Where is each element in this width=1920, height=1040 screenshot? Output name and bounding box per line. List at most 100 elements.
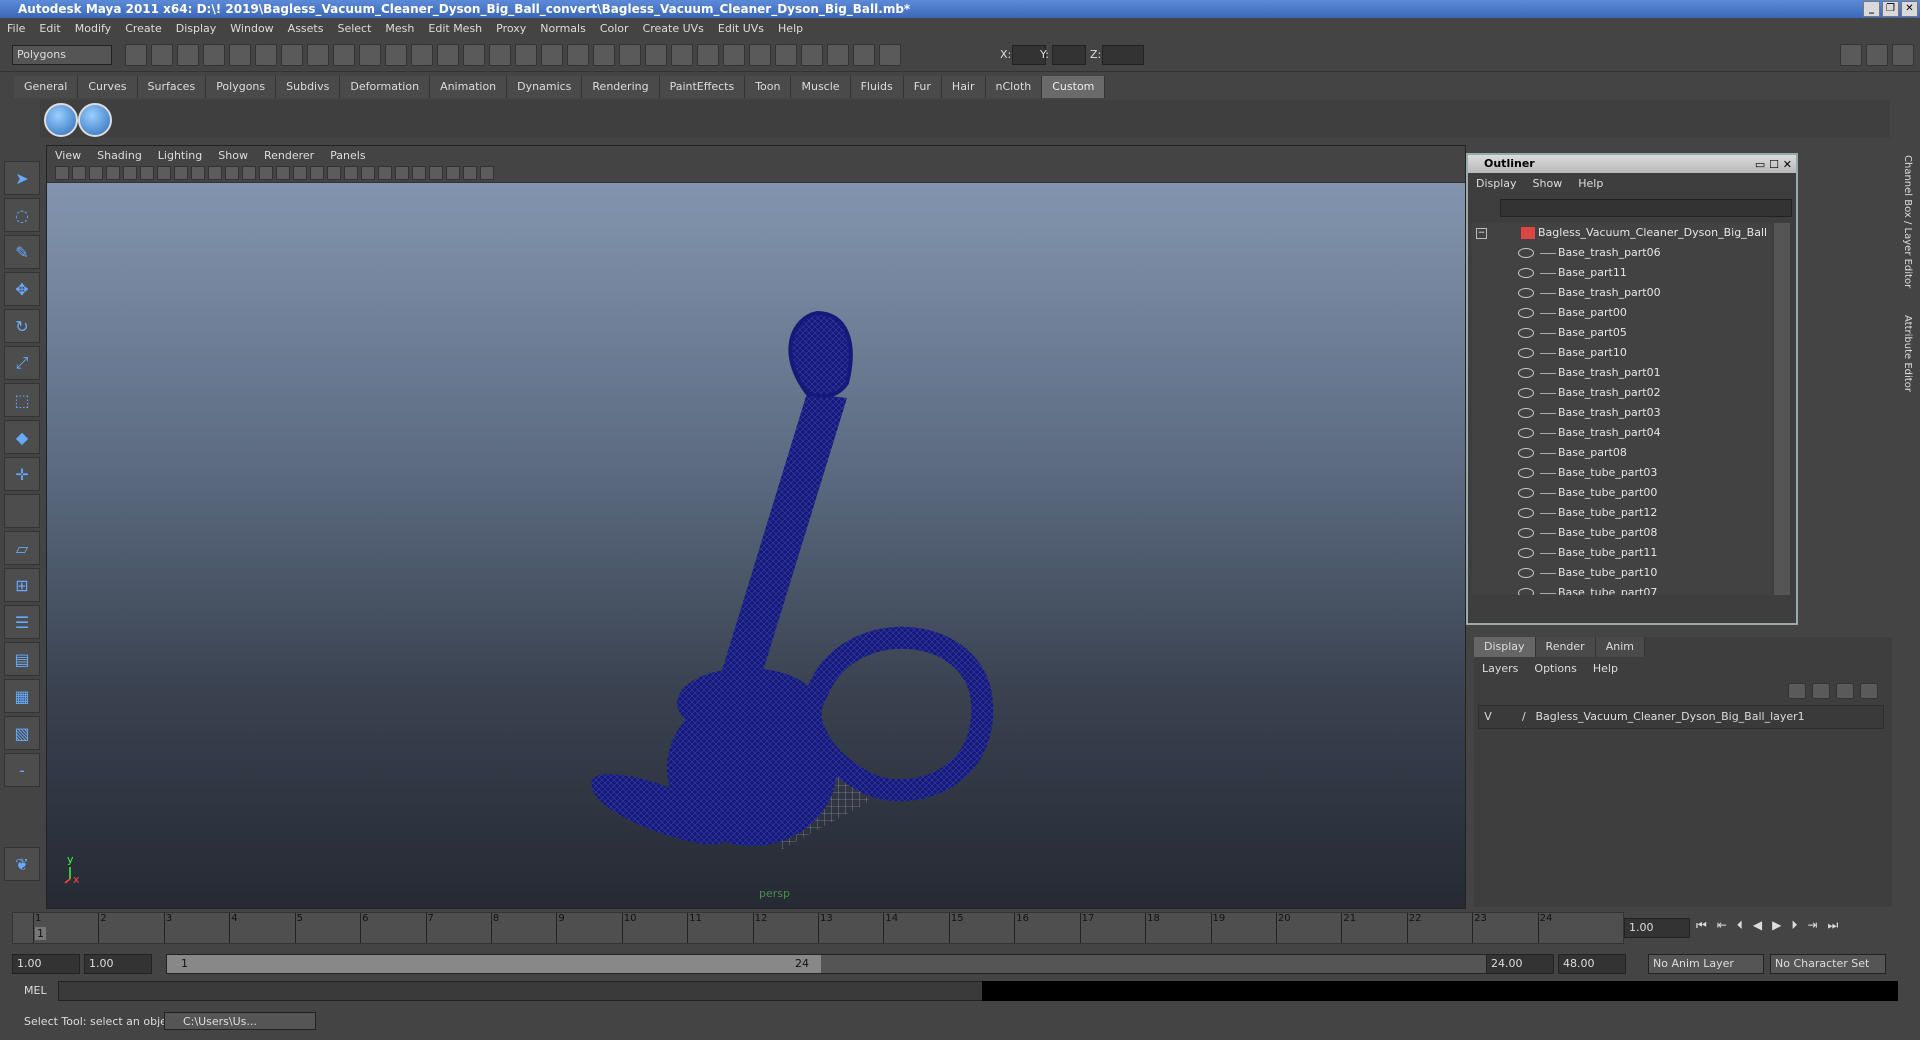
menu-mesh[interactable]: Mesh [378, 22, 421, 35]
menu-color[interactable]: Color [593, 22, 636, 35]
show-manipulator-icon[interactable]: ✛ [4, 457, 40, 491]
viewport-tool-icon[interactable] [344, 166, 358, 180]
layer-tab-anim[interactable]: Anim [1595, 637, 1645, 657]
menu-proxy[interactable]: Proxy [489, 22, 533, 35]
outliner-item[interactable]: Base_trash_part02 [1472, 383, 1772, 403]
four-view-layout-icon[interactable]: ⊞ [4, 568, 40, 602]
select-tool-icon[interactable]: ➤ [4, 161, 40, 195]
viewport-menu-renderer[interactable]: Renderer [256, 149, 322, 162]
shelf-tab-animation[interactable]: Animation [430, 76, 508, 98]
menu-normals[interactable]: Normals [533, 22, 593, 35]
single-perspective-layout-icon[interactable]: ▱ [4, 531, 40, 565]
layer-tab-display[interactable]: Display [1474, 637, 1536, 657]
shelf-tab-ncloth[interactable]: nCloth [985, 76, 1043, 98]
menu-file[interactable]: File [0, 22, 32, 35]
status-toolbar-icon[interactable] [775, 44, 797, 66]
layer-tab-render[interactable]: Render [1535, 637, 1596, 657]
shelf-check-icon-1[interactable] [44, 103, 78, 137]
status-toolbar-icon[interactable] [541, 44, 563, 66]
outliner-item[interactable]: Base_tube_part00 [1472, 483, 1772, 503]
move-tool-icon[interactable]: ✥ [4, 272, 40, 306]
outliner-scrollbar[interactable] [1774, 223, 1790, 595]
playback-end-field[interactable]: 24.00 [1486, 954, 1554, 974]
status-toolbar-icon[interactable] [827, 44, 849, 66]
status-toolbar-icon[interactable] [723, 44, 745, 66]
status-toolbar-icon[interactable] [515, 44, 537, 66]
go-to-end-icon[interactable]: ⏭ [1827, 918, 1838, 933]
character-set-dropdown[interactable]: No Character Set [1770, 954, 1886, 974]
status-toolbar-icon[interactable] [307, 44, 329, 66]
menu-edit[interactable]: Edit [32, 22, 67, 35]
playback-start-field[interactable]: 1.00 [84, 954, 152, 974]
menu-edit-uvs[interactable]: Edit UVs [711, 22, 771, 35]
command-input[interactable] [58, 981, 984, 1001]
status-toolbar-icon[interactable] [229, 44, 251, 66]
outliner-item[interactable]: Base_trash_part04 [1472, 423, 1772, 443]
viewport-canvas[interactable]: persp y x [47, 183, 1465, 908]
status-toolbar-icon[interactable] [567, 44, 589, 66]
shelf-tab-general[interactable]: General [14, 76, 79, 98]
last-tool-icon[interactable] [4, 494, 40, 528]
status-toolbar-icon[interactable] [671, 44, 693, 66]
viewport-tool-icon[interactable] [174, 166, 188, 180]
status-toolbar-icon[interactable] [489, 44, 511, 66]
viewport-tool-icon[interactable] [55, 166, 69, 180]
status-toolbar-icon[interactable] [385, 44, 407, 66]
menu-create-uvs[interactable]: Create UVs [636, 22, 711, 35]
attribute-editor-toggle-icon[interactable] [1866, 44, 1888, 66]
viewport-tool-icon[interactable] [310, 166, 324, 180]
outliner-item[interactable]: Base_trash_part00 [1472, 283, 1772, 303]
outliner-root-row[interactable]: − Bagless_Vacuum_Cleaner_Dyson_Big_Ball [1472, 223, 1772, 243]
channel-box-tab[interactable]: Channel Box / Layer Editor [1902, 155, 1913, 288]
soft-mod-tool-icon[interactable]: ◆ [4, 420, 40, 454]
step-forward-key-icon[interactable]: ⇥ [1807, 918, 1817, 933]
status-toolbar-icon[interactable] [281, 44, 303, 66]
menu-window[interactable]: Window [223, 22, 280, 35]
go-to-start-icon[interactable]: ⏮ [1696, 918, 1707, 933]
viewport-tool-icon[interactable] [225, 166, 239, 180]
viewport-tool-icon[interactable] [361, 166, 375, 180]
menu-create[interactable]: Create [118, 22, 169, 35]
menu-set-dropdown[interactable]: Polygons [12, 45, 112, 65]
shelf-tab-dynamics[interactable]: Dynamics [507, 76, 583, 98]
current-time-marker[interactable]: 1 [35, 927, 46, 940]
outliner-item[interactable]: Base_part10 [1472, 343, 1772, 363]
layer-row[interactable]: V / Bagless_Vacuum_Cleaner_Dyson_Big_Bal… [1478, 705, 1884, 729]
manipulator-tool-icon[interactable]: ⬚ [4, 383, 40, 417]
shelf-tab-custom[interactable]: Custom [1042, 76, 1106, 98]
status-toolbar-icon[interactable] [125, 44, 147, 66]
step-back-key-icon[interactable]: ⇤ [1717, 918, 1727, 933]
status-toolbar-icon[interactable] [203, 44, 225, 66]
status-toolbar-icon[interactable] [697, 44, 719, 66]
viewport-menu-show[interactable]: Show [210, 149, 256, 162]
time-slider[interactable]: 1 2 3 4 5 6 7 8 9 10 11 12 13 14 15 16 17 18 19 20 21 22 23 24 … [12, 912, 1624, 944]
anim-layer-dropdown[interactable]: No Anim Layer [1648, 954, 1764, 974]
menu-assets[interactable]: Assets [281, 22, 331, 35]
range-slider[interactable]: 1 24 [166, 954, 1488, 974]
layer-visibility-toggle[interactable]: V [1479, 706, 1497, 728]
tool-settings-toggle-icon[interactable] [1892, 44, 1914, 66]
shelf-tab-curves[interactable]: Curves [78, 76, 138, 98]
menu-help[interactable]: Help [771, 22, 810, 35]
status-toolbar-icon[interactable] [359, 44, 381, 66]
outliner-item[interactable]: Base_part11 [1472, 263, 1772, 283]
outliner-item[interactable]: Base_trash_part03 [1472, 403, 1772, 423]
outliner-search-field[interactable] [1500, 199, 1792, 217]
hypershade-layout-icon[interactable]: ▦ [4, 679, 40, 713]
shelf-tab-surfaces[interactable]: Surfaces [137, 76, 207, 98]
shelf-tab-polygons[interactable]: Polygons [206, 76, 277, 98]
current-frame-field[interactable]: 1.00 [1624, 918, 1690, 938]
outliner-item[interactable]: Base_part08 [1472, 443, 1772, 463]
status-toolbar-icon[interactable] [333, 44, 355, 66]
play-forward-icon[interactable]: ▶ [1772, 918, 1781, 933]
shelf-tab-deformation[interactable]: Deformation [340, 76, 431, 98]
status-toolbar-icon[interactable] [255, 44, 277, 66]
shelf-tab-subdivs[interactable]: Subdivs [276, 76, 341, 98]
status-toolbar-icon[interactable] [801, 44, 823, 66]
status-toolbar-icon[interactable] [879, 44, 901, 66]
outliner-menu-display[interactable]: Display [1468, 177, 1525, 190]
viewport-tool-icon[interactable] [140, 166, 154, 180]
menu-edit-mesh[interactable]: Edit Mesh [421, 22, 489, 35]
attribute-editor-tab[interactable]: Attribute Editor [1902, 315, 1913, 392]
status-toolbar-icon[interactable] [853, 44, 875, 66]
